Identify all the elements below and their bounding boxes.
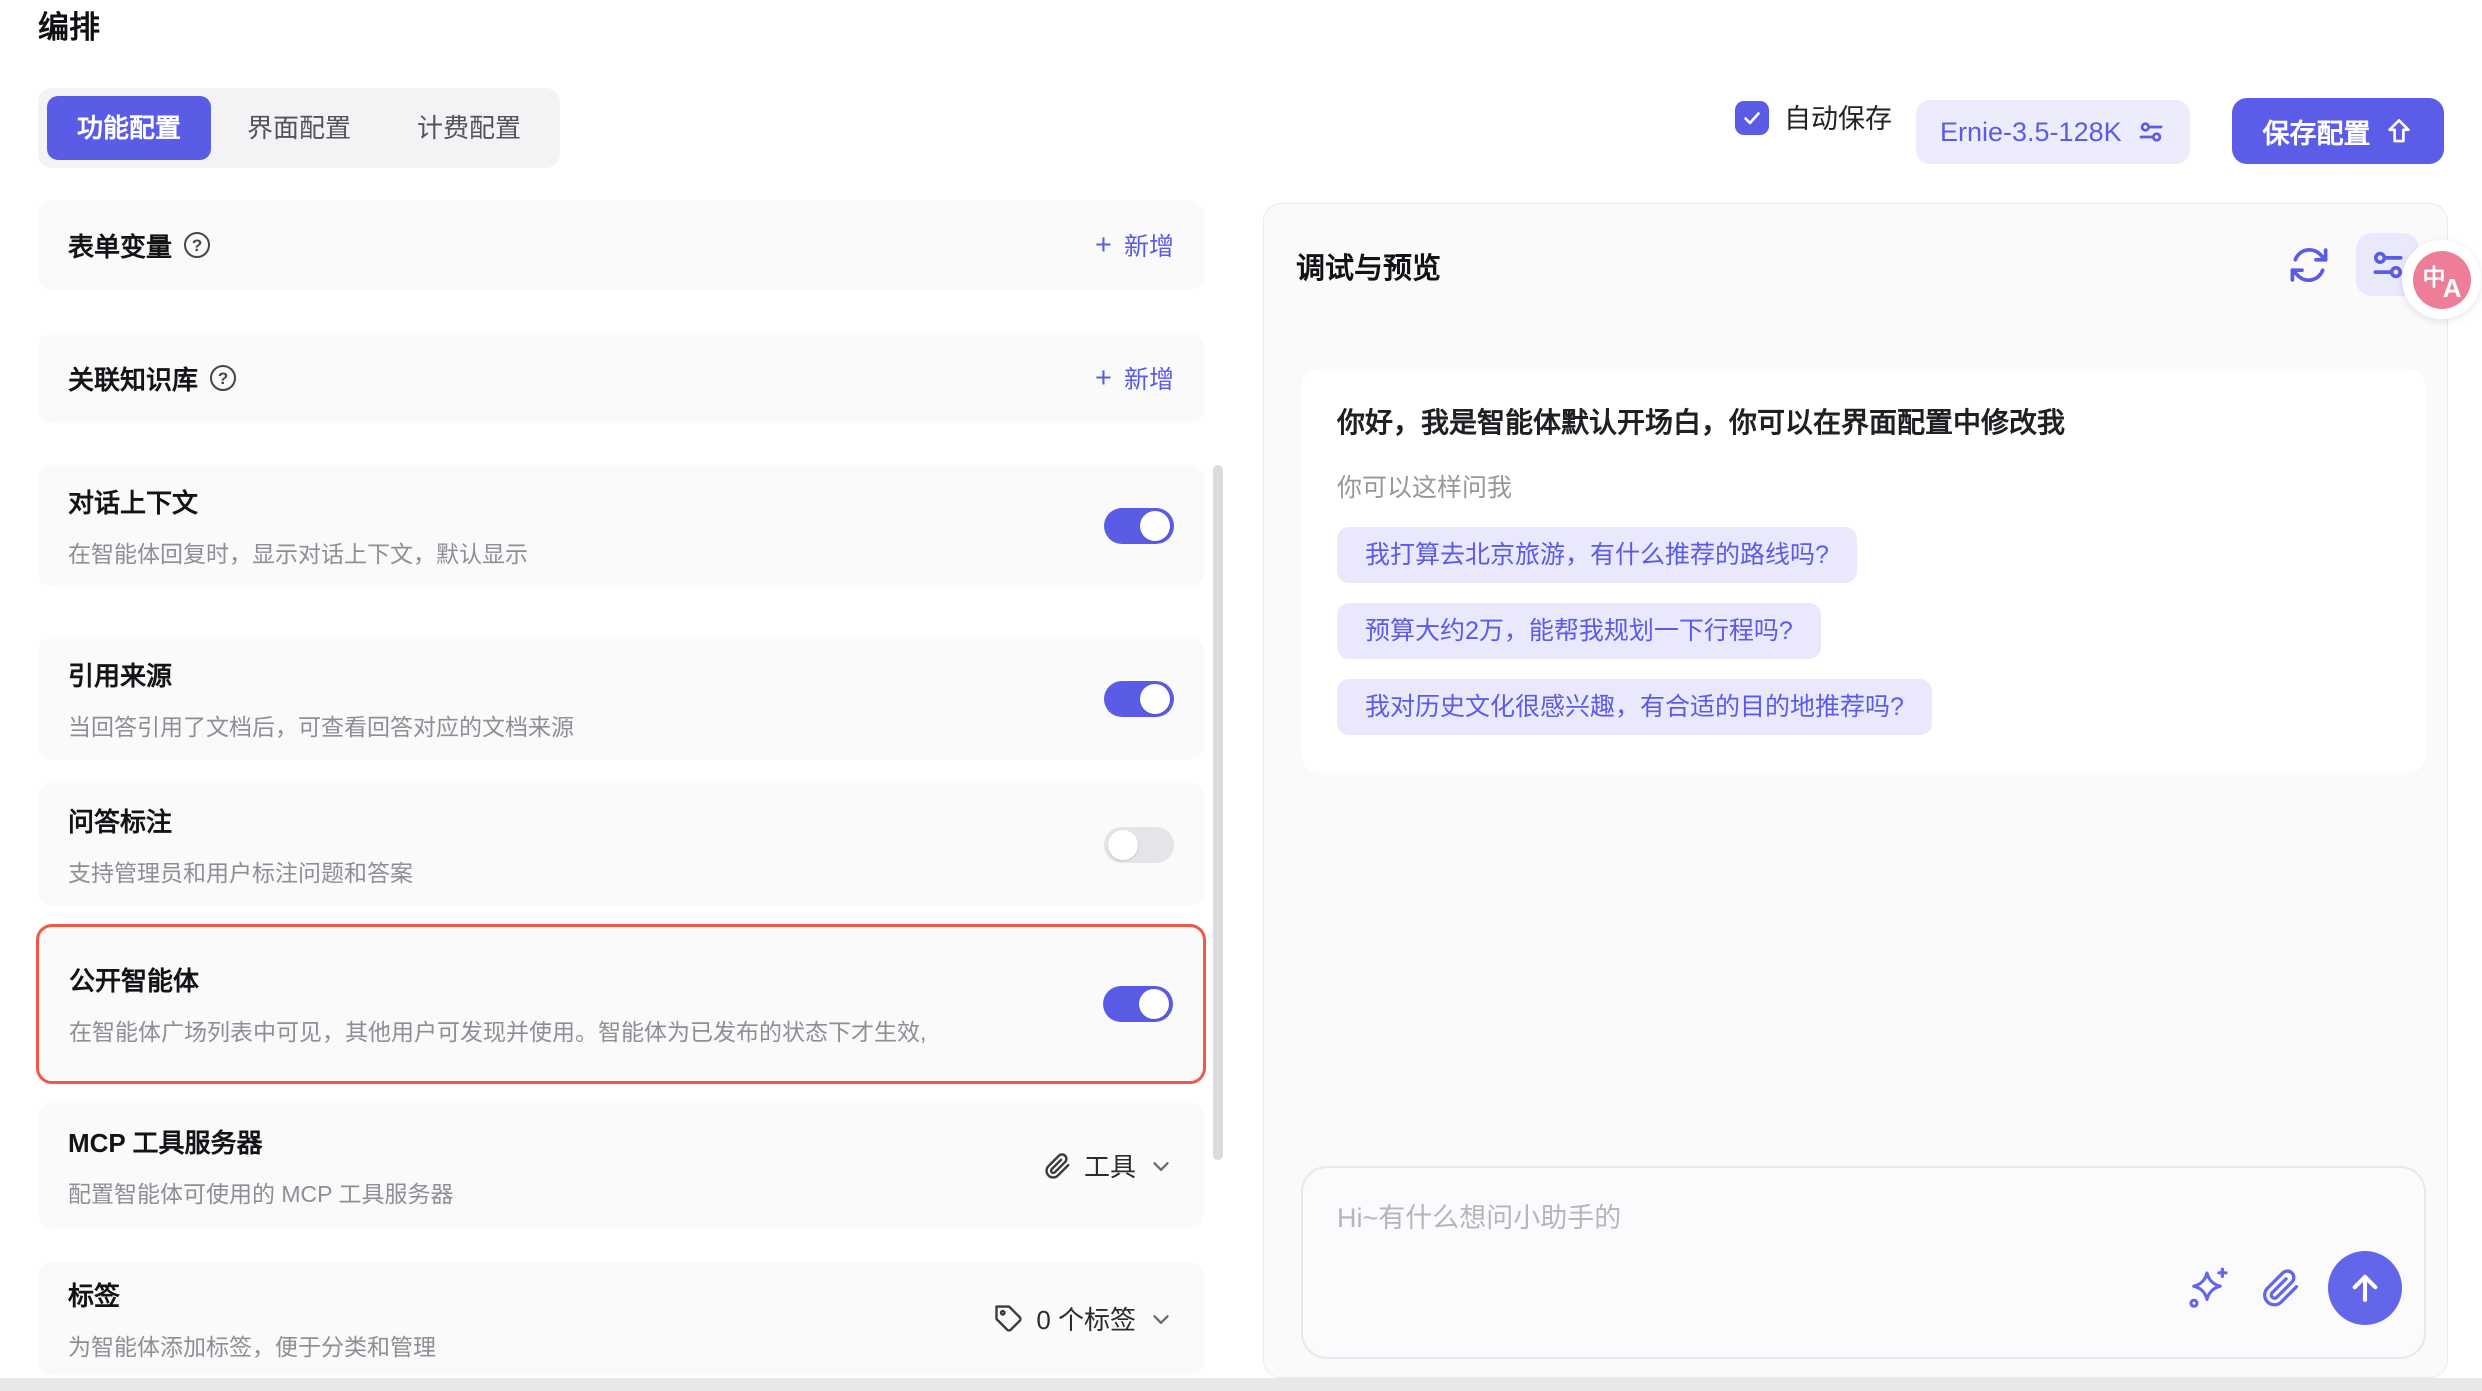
tags-desc: 为智能体添加标签，便于分类和管理 [68, 1328, 436, 1362]
qa-annotation-title: 问答标注 [68, 802, 413, 839]
paperclip-icon [1042, 1151, 1072, 1181]
qa-annotation-toggle[interactable] [1104, 827, 1174, 863]
chat-input-card [1301, 1166, 2426, 1359]
refresh-button[interactable] [2286, 242, 2332, 288]
sparkle-icon[interactable] [2184, 1264, 2232, 1312]
tab-interface-config[interactable]: 界面配置 [217, 96, 381, 160]
tag-icon [994, 1304, 1024, 1334]
upload-arrow-icon [2384, 116, 2414, 146]
preview-title: 调试与预览 [1296, 245, 1441, 287]
knowledge-base-card: 关联知识库 ? + 新增 [38, 333, 1204, 423]
send-button[interactable] [2328, 1251, 2402, 1325]
citation-source-toggle[interactable] [1104, 681, 1174, 717]
public-agent-card-highlighted: 公开智能体 在智能体广场列表中可见，其他用户可发现并使用。智能体为已发布的状态下… [36, 924, 1206, 1084]
autosave-label: 自动保存 [1784, 102, 1892, 136]
public-agent-toggle[interactable] [1103, 986, 1173, 1022]
knowledge-base-title-row: 关联知识库 ? [68, 360, 236, 397]
add-knowledge-base-button[interactable]: + 新增 [1095, 360, 1174, 396]
sliders-icon [2369, 246, 2407, 284]
qa-annotation-card: 问答标注 支持管理员和用户标注问题和答案 [38, 783, 1204, 906]
qa-annotation-desc: 支持管理员和用户标注问题和答案 [68, 854, 413, 888]
toggle-knob [1140, 511, 1170, 541]
suggestion-chip[interactable]: 我对历史文化很感兴趣，有合适的目的地推荐吗? [1337, 679, 1932, 735]
add-form-variable-label: 新增 [1124, 227, 1174, 263]
chevron-down-icon [1148, 1306, 1174, 1332]
tune-icon [2136, 117, 2166, 147]
page-bottom-strip [0, 1378, 2482, 1391]
autosave-checkbox[interactable] [1735, 101, 1769, 135]
chat-input[interactable] [1307, 1172, 2107, 1282]
suggestion-chip[interactable]: 我打算去北京旅游，有什么推荐的路线吗? [1337, 527, 1857, 583]
help-icon[interactable]: ? [184, 232, 210, 258]
citation-source-text: 引用来源 当回答引用了文档后，可查看回答对应的文档来源 [68, 656, 574, 742]
tags-card: 标签 为智能体添加标签，便于分类和管理 0 个标签 [38, 1262, 1204, 1375]
translate-extension-button[interactable]: 中 A [2402, 240, 2481, 319]
check-icon [1740, 106, 1764, 130]
model-selector[interactable]: Ernie-3.5-128K [1916, 100, 2190, 164]
page-title: 编排 [38, 2, 100, 47]
add-form-variable-button[interactable]: + 新增 [1095, 227, 1174, 263]
save-config-button[interactable]: 保存配置 [2232, 98, 2444, 164]
toggle-knob [1108, 830, 1138, 860]
citation-source-card: 引用来源 当回答引用了文档后，可查看回答对应的文档来源 [38, 637, 1204, 760]
chat-preview-card: 你好，我是智能体默认开场白，你可以在界面配置中修改我 你可以这样问我 我打算去北… [1301, 369, 2426, 773]
tab-function-config[interactable]: 功能配置 [47, 96, 211, 160]
toggle-knob [1139, 989, 1169, 1019]
qa-annotation-text: 问答标注 支持管理员和用户标注问题和答案 [68, 802, 413, 888]
suggestion-hint: 你可以这样问我 [1337, 471, 2390, 505]
citation-source-desc: 当回答引用了文档后，可查看回答对应的文档来源 [68, 708, 574, 742]
conversation-context-desc: 在智能体回复时，显示对话上下文，默认显示 [68, 535, 528, 569]
form-variables-card: 表单变量 ? + 新增 [38, 200, 1204, 290]
debug-preview-panel: 调试与预览 你好，我是智能体默认开场白，你可以在界面配置中修改我 你可以这样问我… [1263, 203, 2448, 1378]
attachment-icon[interactable] [2258, 1266, 2302, 1310]
save-config-label: 保存配置 [2263, 112, 2371, 151]
config-tabbar: 功能配置 界面配置 计费配置 [38, 88, 560, 168]
suggestion-chip[interactable]: 预算大约2万，能帮我规划一下行程吗? [1337, 603, 1821, 659]
help-icon[interactable]: ? [210, 365, 236, 391]
conversation-context-text: 对话上下文 在智能体回复时，显示对话上下文，默认显示 [68, 483, 528, 569]
tags-title: 标签 [68, 1276, 436, 1313]
tags-selector[interactable]: 0 个标签 [994, 1300, 1174, 1337]
toggle-knob [1140, 684, 1170, 714]
plus-icon: + [1095, 364, 1112, 393]
model-selector-label: Ernie-3.5-128K [1940, 117, 2122, 148]
public-agent-desc: 在智能体广场列表中可见，其他用户可发现并使用。智能体为已发布的状态下才生效, [69, 1013, 926, 1047]
mcp-tools-selector[interactable]: 工具 [1042, 1147, 1174, 1184]
public-agent-text: 公开智能体 在智能体广场列表中可见，其他用户可发现并使用。智能体为已发布的状态下… [69, 961, 926, 1047]
translate-icon: 中 A [2413, 251, 2471, 309]
form-variables-title: 表单变量 [68, 227, 172, 264]
conversation-context-title: 对话上下文 [68, 483, 528, 520]
mcp-tools-text: MCP 工具服务器 配置智能体可使用的 MCP 工具服务器 [68, 1123, 453, 1209]
arrow-up-icon [2346, 1269, 2384, 1307]
left-panel-scrollbar[interactable] [1213, 465, 1223, 1160]
conversation-context-card: 对话上下文 在智能体回复时，显示对话上下文，默认显示 [38, 465, 1204, 587]
refresh-icon [2288, 244, 2330, 286]
chat-input-actions [2184, 1251, 2402, 1325]
plus-icon: + [1095, 231, 1112, 260]
conversation-context-toggle[interactable] [1104, 508, 1174, 544]
translate-en-glyph: A [2443, 273, 2462, 304]
knowledge-base-title: 关联知识库 [68, 360, 198, 397]
mcp-tools-title: MCP 工具服务器 [68, 1123, 453, 1160]
tags-selector-label: 0 个标签 [1036, 1300, 1136, 1337]
form-variables-title-row: 表单变量 ? [68, 227, 210, 264]
public-agent-title: 公开智能体 [69, 961, 926, 998]
chevron-down-icon [1148, 1153, 1174, 1179]
mcp-tools-card: MCP 工具服务器 配置智能体可使用的 MCP 工具服务器 工具 [38, 1103, 1204, 1228]
orchestration-page: 编排 功能配置 界面配置 计费配置 自动保存 Ernie-3.5-128K 保存… [0, 0, 2482, 1391]
mcp-tools-desc: 配置智能体可使用的 MCP 工具服务器 [68, 1175, 453, 1209]
mcp-tools-selector-label: 工具 [1084, 1147, 1136, 1184]
agent-greeting: 你好，我是智能体默认开场白，你可以在界面配置中修改我 [1337, 403, 2390, 443]
citation-source-title: 引用来源 [68, 656, 574, 693]
tab-billing-config[interactable]: 计费配置 [387, 96, 551, 160]
add-knowledge-base-label: 新增 [1124, 360, 1174, 396]
tags-text: 标签 为智能体添加标签，便于分类和管理 [68, 1276, 436, 1362]
